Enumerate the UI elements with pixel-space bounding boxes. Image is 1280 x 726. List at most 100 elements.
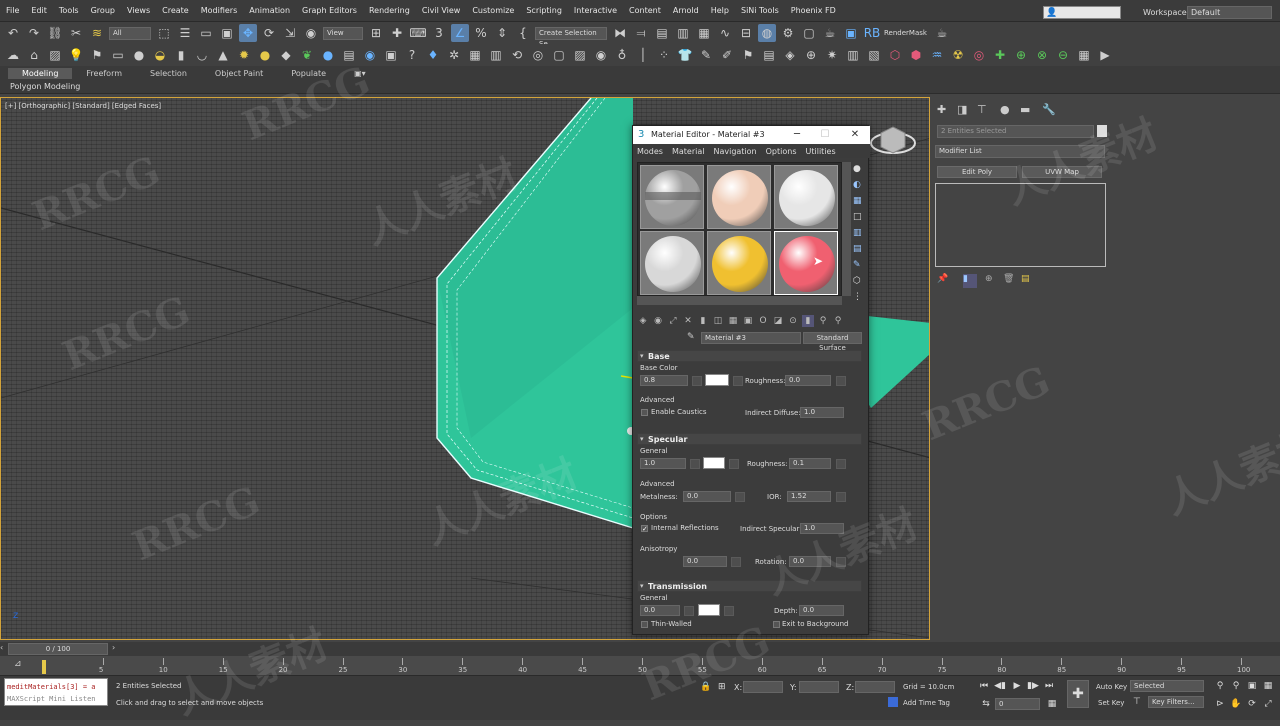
explode-icon[interactable]: ✷ — [823, 46, 841, 64]
time-slider[interactable]: ‹ 0 / 100 › — [0, 642, 1280, 656]
base-roughness-spinner[interactable]: 0.0 — [785, 375, 831, 386]
show-end-result-icon[interactable]: ▮ — [963, 274, 977, 288]
mirror-icon[interactable]: ⧓ — [611, 24, 629, 42]
me-menu-options[interactable]: Options — [766, 147, 797, 156]
eye-icon[interactable]: ◉ — [592, 46, 610, 64]
maximize-viewport-icon[interactable]: ⤢ — [1262, 698, 1274, 710]
menu-sini-tools[interactable]: SiNi Tools — [741, 6, 779, 15]
put-to-library-icon[interactable]: ▦ — [727, 315, 739, 327]
base-weight-map-button[interactable] — [692, 376, 702, 386]
phoenix-smoke-icon[interactable]: ◎ — [970, 46, 988, 64]
camera-rig-icon[interactable]: ⚑ — [88, 46, 106, 64]
modifier-list-dropdown[interactable]: Modifier List — [935, 145, 1105, 158]
configure-sets-icon[interactable]: ▤ — [1021, 274, 1035, 288]
specular-rollout-header[interactable]: Specular — [637, 433, 862, 445]
spot-light-icon[interactable]: ◆ — [277, 46, 295, 64]
field-of-view-icon[interactable]: ⊳ — [1214, 698, 1226, 710]
scatter-icon[interactable]: ⁘ — [655, 46, 673, 64]
add-time-tag-button[interactable]: Add Time Tag — [903, 699, 950, 707]
me-menu-modes[interactable]: Modes — [637, 147, 663, 156]
phoenix-vortex-icon[interactable]: ⊖ — [1054, 46, 1072, 64]
material-editor-titlebar[interactable]: 3 Material Editor - Material #3 ─ ☐ ✕ — [633, 126, 870, 144]
phoenix-water-icon[interactable]: ♒ — [928, 46, 946, 64]
ribbon-options-icon[interactable]: ▣▾ — [340, 68, 380, 79]
percent-snap-icon[interactable]: % — [472, 24, 490, 42]
timeline-track[interactable]: ⊿ 5 10 15 20 25 30 35 40 45 50 55 60 65 70 75 80 85 90 95 1… — [0, 656, 1280, 676]
utilities-tab-icon[interactable]: 🔧 — [1042, 103, 1056, 117]
sample-slot-2[interactable] — [707, 165, 771, 229]
material-editor-icon[interactable]: ◍ — [758, 24, 776, 42]
set-key-button[interactable]: Set Key — [1098, 699, 1124, 707]
me-menu-utilities[interactable]: Utilities — [806, 147, 836, 156]
options-icon[interactable]: ✎ — [853, 260, 865, 272]
rotate-icon[interactable]: ⟳ — [260, 24, 278, 42]
minimize-icon[interactable]: ─ — [783, 126, 811, 144]
reset-map-icon[interactable]: ✕ — [682, 315, 694, 327]
snaps-toggle-icon[interactable]: 3 — [430, 24, 448, 42]
menu-interactive[interactable]: Interactive — [574, 6, 617, 15]
base-color-swatch[interactable] — [705, 374, 729, 386]
internal-reflections-checkbox[interactable]: ✓ — [641, 525, 648, 533]
redo-icon[interactable]: ↷ — [25, 24, 43, 42]
edit-named-sets-icon[interactable]: { — [514, 24, 532, 42]
key-selection-dropdown[interactable]: Selected — [1130, 680, 1204, 692]
set-key-big-button[interactable]: ✚ — [1067, 680, 1089, 708]
transmission-color-map-button[interactable] — [724, 606, 734, 616]
cylinder-primitive-icon[interactable]: ▮ — [172, 46, 190, 64]
specular-color-map-button[interactable] — [729, 459, 739, 469]
enable-caustics-checkbox[interactable] — [641, 409, 648, 416]
menu-content[interactable]: Content — [629, 6, 661, 15]
absolute-mode-icon[interactable]: ⊞ — [718, 682, 726, 692]
anisotropy-spinner[interactable]: 0.0 — [683, 556, 727, 567]
cone-primitive-icon[interactable]: ▲ — [214, 46, 232, 64]
link-icon[interactable]: ⛓ — [46, 24, 64, 42]
menu-arnold[interactable]: Arnold — [673, 6, 699, 15]
menu-scripting[interactable]: Scripting — [526, 6, 562, 15]
menu-phoenix-fd[interactable]: Phoenix FD — [791, 6, 836, 15]
render-element-icon[interactable]: ▤ — [340, 46, 358, 64]
time-config-icon[interactable]: ▦ — [1046, 698, 1058, 710]
select-by-name-icon[interactable]: ☰ — [176, 24, 194, 42]
go-to-end-icon[interactable]: ⏭ — [1043, 680, 1055, 692]
motion-tab-icon[interactable]: ● — [1000, 103, 1014, 117]
pan-icon[interactable]: ✋ — [1230, 698, 1242, 710]
align-icon[interactable]: ⫤ — [632, 24, 650, 42]
transmission-weight-spinner[interactable]: 0.0 — [640, 605, 680, 616]
spinner-snap-icon[interactable]: ⇕ — [493, 24, 511, 42]
make-copy-icon[interactable]: ▮ — [697, 315, 709, 327]
sample-slot-1[interactable] — [640, 165, 704, 229]
exit-to-background-checkbox[interactable] — [773, 621, 780, 628]
select-by-material-icon[interactable]: ⬡ — [853, 276, 865, 288]
user-account-dropdown[interactable]: 👤 — [1043, 6, 1121, 19]
sample-slot-6-active[interactable]: ➤ — [774, 231, 838, 295]
brush-icon[interactable]: ✐ — [718, 46, 736, 64]
phoenix-drag-icon[interactable]: ⊗ — [1033, 46, 1051, 64]
show-end-result-icon[interactable]: ◪ — [772, 315, 784, 327]
maximize-icon[interactable]: ☐ — [811, 126, 839, 144]
cloud-outline-icon[interactable]: ⌂ — [25, 46, 43, 64]
menu-customize[interactable]: Customize — [472, 6, 514, 15]
grid-alt-icon[interactable]: ▥ — [487, 46, 505, 64]
phoenix-source-icon[interactable]: ✚ — [991, 46, 1009, 64]
menu-rendering[interactable]: Rendering — [369, 6, 410, 15]
remove-modifier-icon[interactable]: 🗑 — [1003, 274, 1017, 288]
time-tag-icon[interactable] — [888, 697, 898, 707]
toggle-ribbon-icon[interactable]: ▦ — [695, 24, 713, 42]
modifier-stack[interactable] — [935, 183, 1106, 267]
ior-map-button[interactable] — [836, 492, 846, 502]
field-icon[interactable]: ⚑ — [739, 46, 757, 64]
render-production-icon[interactable]: ☕ — [821, 24, 839, 42]
menu-edit[interactable]: Edit — [31, 6, 47, 15]
lock-selection-icon[interactable]: 🔒 — [700, 682, 711, 692]
cube-icon[interactable]: ▣ — [382, 46, 400, 64]
hair-icon[interactable]: ✎ — [697, 46, 715, 64]
menu-animation[interactable]: Animation — [249, 6, 290, 15]
specular-weight-spinner[interactable]: 1.0 — [640, 458, 686, 469]
plane-primitive-icon[interactable]: ▭ — [109, 46, 127, 64]
backlight-icon[interactable]: ◐ — [853, 180, 865, 192]
phoenix-grid-icon[interactable]: ▦ — [1075, 46, 1093, 64]
specular-roughness-spinner[interactable]: 0.1 — [789, 458, 831, 469]
material-name-field[interactable]: Material #3 — [701, 332, 801, 344]
phoenix-fire-icon[interactable]: ☢ — [949, 46, 967, 64]
settings-icon[interactable]: ✲ — [445, 46, 463, 64]
